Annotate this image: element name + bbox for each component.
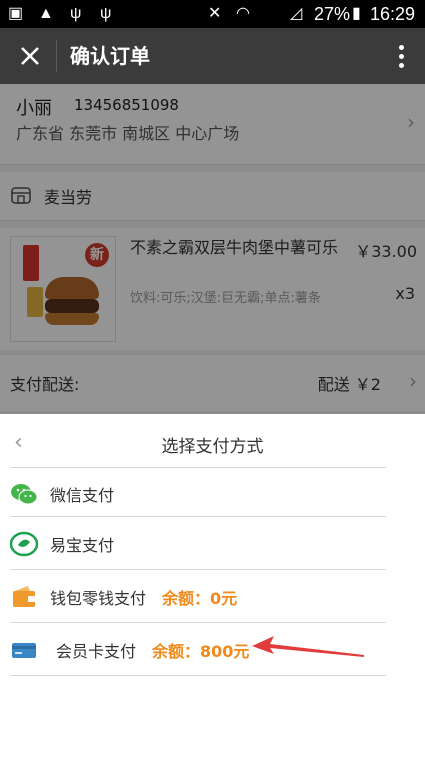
battery-icon: ▮ bbox=[352, 5, 361, 22]
usb-icon: ψ bbox=[100, 5, 112, 22]
page-title: 确认订单 bbox=[70, 44, 150, 68]
header-divider bbox=[56, 40, 57, 72]
wallet-balance: 余额：0元 bbox=[162, 589, 238, 608]
warning-icon: ▲ bbox=[38, 5, 54, 22]
clock: 16:29 bbox=[370, 4, 416, 24]
battery-percent: 27% bbox=[314, 4, 351, 24]
wechat-icon bbox=[11, 484, 38, 505]
more-icon bbox=[398, 53, 404, 59]
payment-option-yibao[interactable]: 易宝支付 bbox=[10, 518, 386, 570]
modal-overlay[interactable] bbox=[0, 84, 425, 414]
payment-option-wechat[interactable]: 微信支付 bbox=[10, 468, 386, 520]
sheet-title: 选择支付方式 bbox=[161, 437, 264, 457]
wallet-icon bbox=[13, 586, 35, 607]
back-button[interactable]: ‹ bbox=[14, 430, 23, 455]
payment-method-sheet: 选择支付方式 ‹ 微信支付 易宝支付 钱包零钱支付 余额：0元 会员卡支付 余额… bbox=[0, 414, 425, 766]
payment-option-wallet[interactable]: 钱包零钱支付 余额：0元 bbox=[10, 571, 386, 623]
header: 确认订单 bbox=[0, 28, 425, 84]
divider bbox=[10, 516, 386, 517]
close-button[interactable] bbox=[10, 36, 50, 76]
card-icon bbox=[12, 643, 36, 658]
wifi-icon: ◠ bbox=[236, 5, 250, 22]
yibao-icon bbox=[10, 531, 38, 557]
member-card-balance: 余额：800元 bbox=[152, 642, 250, 661]
annotation-arrow-icon bbox=[252, 636, 364, 657]
mute-icon: ✕ bbox=[208, 5, 222, 22]
payment-option-label: 会员卡支付 bbox=[56, 642, 137, 661]
status-bar: ▣ ▲ ψ ψ ✕ ◠ ◿ 27% ▮ 16:29 bbox=[0, 0, 425, 28]
divider bbox=[10, 675, 386, 676]
payment-option-label: 微信支付 bbox=[50, 486, 115, 505]
payment-option-label: 钱包零钱支付 bbox=[50, 589, 147, 608]
more-options-button[interactable] bbox=[389, 40, 413, 72]
signal-icon: ◿ bbox=[290, 5, 303, 22]
chevron-left-icon: ‹ bbox=[14, 430, 23, 455]
more-icon bbox=[398, 62, 404, 68]
payment-option-label: 易宝支付 bbox=[50, 536, 115, 555]
image-icon: ▣ bbox=[8, 5, 24, 22]
close-icon bbox=[21, 47, 39, 65]
divider bbox=[10, 622, 386, 623]
divider bbox=[10, 569, 386, 570]
more-icon bbox=[398, 44, 404, 50]
usb-icon: ψ bbox=[70, 5, 82, 22]
